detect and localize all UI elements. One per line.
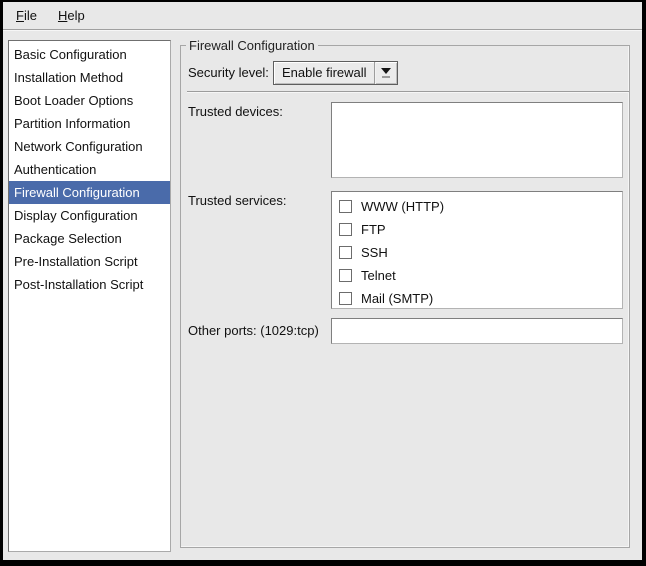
section-list[interactable]: Basic Configuration Installation Method … (8, 40, 171, 552)
security-level-value: Enable firewall (274, 62, 374, 84)
sidebar-item-post-installation-script[interactable]: Post-Installation Script (9, 273, 170, 296)
service-row-telnet[interactable]: Telnet (332, 264, 622, 287)
sidebar-item-basic-configuration[interactable]: Basic Configuration (9, 43, 170, 66)
service-label: SSH (361, 245, 388, 260)
sidebar-item-network-configuration[interactable]: Network Configuration (9, 135, 170, 158)
checkbox-mail-smtp[interactable] (339, 292, 352, 305)
checkbox-www-http[interactable] (339, 200, 352, 213)
checkbox-ftp[interactable] (339, 223, 352, 236)
other-ports-label: Other ports: (1029:tcp) (188, 318, 319, 344)
frame-title: Firewall Configuration (186, 38, 318, 53)
dropdown-arrow-icon[interactable] (374, 62, 397, 84)
sidebar-item-pre-installation-script[interactable]: Pre-Installation Script (9, 250, 170, 273)
checkbox-telnet[interactable] (339, 269, 352, 282)
app-window: File Help Basic Configuration Installati… (0, 0, 646, 566)
sidebar-item-authentication[interactable]: Authentication (9, 158, 170, 181)
security-level-label: Security level: (188, 61, 269, 85)
trusted-devices-label: Trusted devices: (188, 104, 283, 119)
trusted-devices-list[interactable] (331, 102, 623, 178)
horizontal-separator (187, 91, 629, 92)
service-row-mail-smtp[interactable]: Mail (SMTP) (332, 287, 622, 309)
service-label: Telnet (361, 268, 396, 283)
service-label: FTP (361, 222, 386, 237)
sidebar-item-partition-information[interactable]: Partition Information (9, 112, 170, 135)
trusted-services-label: Trusted services: (188, 193, 287, 208)
sidebar-item-boot-loader-options[interactable]: Boot Loader Options (9, 89, 170, 112)
menu-help[interactable]: Help (55, 6, 88, 25)
sidebar-item-installation-method[interactable]: Installation Method (9, 66, 170, 89)
sidebar-item-display-configuration[interactable]: Display Configuration (9, 204, 170, 227)
service-label: Mail (SMTP) (361, 291, 433, 306)
firewall-configuration-frame: Firewall Configuration Security level: E… (180, 45, 630, 548)
security-level-dropdown[interactable]: Enable firewall (273, 61, 398, 85)
trusted-services-list: WWW (HTTP) FTP SSH Telnet Mail (SMTP) (331, 191, 623, 309)
sidebar-item-firewall-configuration[interactable]: Firewall Configuration (9, 181, 170, 204)
menubar: File Help (3, 2, 642, 30)
menu-file[interactable]: File (13, 6, 40, 25)
dropdown-dash-icon (382, 76, 390, 78)
checkbox-ssh[interactable] (339, 246, 352, 259)
service-row-www-http[interactable]: WWW (HTTP) (332, 195, 622, 218)
service-row-ssh[interactable]: SSH (332, 241, 622, 264)
service-row-ftp[interactable]: FTP (332, 218, 622, 241)
other-ports-input[interactable] (331, 318, 623, 344)
sidebar-item-package-selection[interactable]: Package Selection (9, 227, 170, 250)
service-label: WWW (HTTP) (361, 199, 444, 214)
chevron-down-icon (381, 68, 391, 74)
